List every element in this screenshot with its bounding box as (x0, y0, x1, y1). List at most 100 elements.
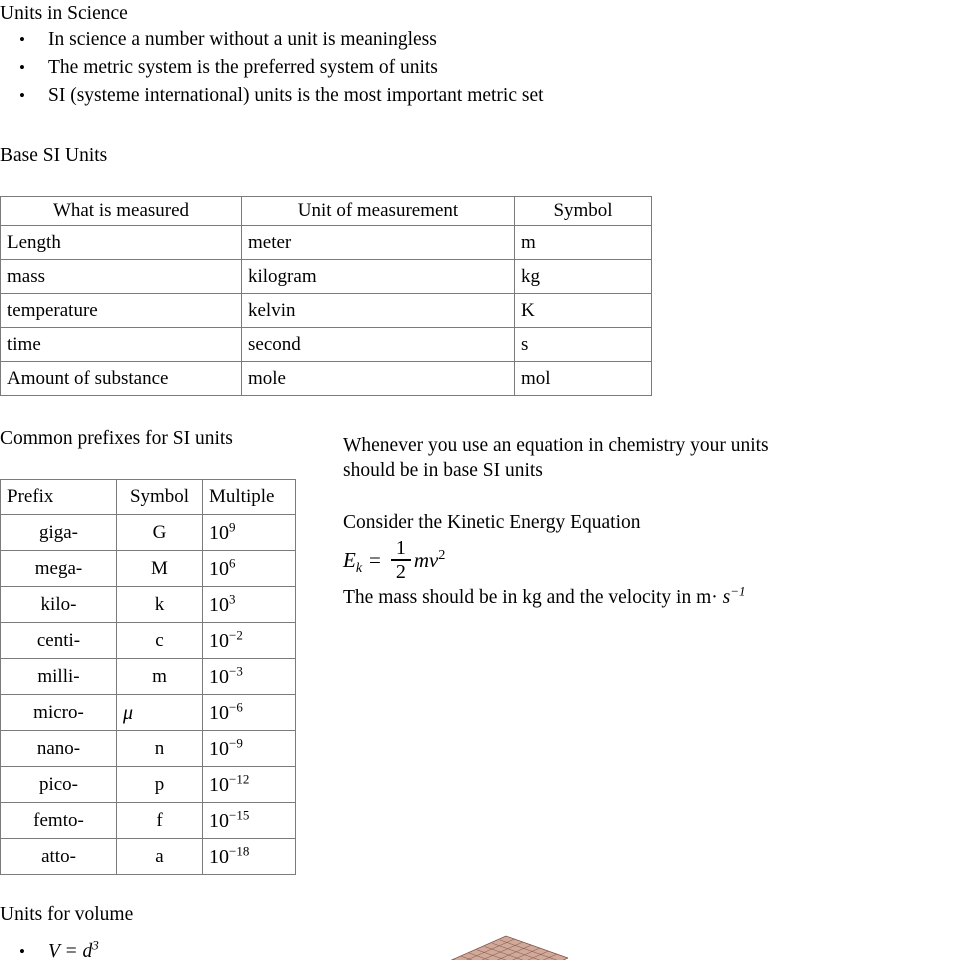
cell-prefix-multiple: 10−6 (202, 694, 296, 731)
cell-prefix-symbol: a (116, 838, 203, 875)
list-item-label: SI (systeme international) units is the … (48, 85, 544, 106)
column-header-prefix-symbol: Symbol (116, 479, 203, 515)
cell-prefix-name: kilo- (0, 586, 117, 623)
units-for-volume-heading: Units for volume (0, 904, 134, 925)
cell-unit: meter (241, 225, 515, 260)
table-row: micro- μ 10−6 (0, 694, 296, 731)
equation-rhs-terms: mv2 (413, 547, 446, 572)
mass-velocity-prefix-text: The mass should be in kg and the velocit… (343, 587, 723, 608)
cell-prefix-multiple: 10−18 (202, 838, 296, 875)
table-row: centi- c 10−2 (0, 622, 296, 659)
cell-prefix-name: nano- (0, 730, 117, 767)
equation-lhs: Ek (343, 547, 363, 576)
list-item: • V = d3 (0, 938, 99, 966)
list-item: • SI (systeme international) units is th… (0, 82, 544, 110)
list-item-label: In science a number without a unit is me… (48, 29, 437, 50)
list-item: • In science a number without a unit is … (0, 26, 544, 54)
cell-unit: kilogram (241, 259, 515, 294)
cell-prefix-multiple: 10−15 (202, 802, 296, 839)
units-note-line-2: should be in base SI units (343, 460, 543, 481)
table-header-row: What is measured Unit of measurement Sym… (0, 196, 652, 226)
table-row: femto- f 10−15 (0, 802, 296, 839)
cell-symbol: mol (514, 361, 652, 396)
intro-bullet-list: • In science a number without a unit is … (0, 26, 544, 110)
base-si-units-heading: Base SI Units (0, 145, 108, 166)
column-header-what-is-measured: What is measured (0, 196, 242, 226)
cell-prefix-symbol: c (116, 622, 203, 659)
table-row: Length meter m (0, 225, 652, 260)
fraction-numerator: 1 (395, 537, 406, 560)
cell-prefix-name: milli- (0, 658, 117, 695)
cell-prefix-multiple: 103 (202, 586, 296, 623)
cell-symbol: s (514, 327, 652, 362)
table-header-row: Prefix Symbol Multiple (0, 479, 296, 515)
cell-symbol: K (514, 293, 652, 328)
cell-prefix-multiple: 10−12 (202, 766, 296, 803)
table-row: kilo- k 103 (0, 586, 296, 623)
table-row: milli- m 10−3 (0, 658, 296, 695)
table-row: mega- M 106 (0, 550, 296, 587)
cell-symbol: kg (514, 259, 652, 294)
bullet-icon: • (19, 942, 25, 961)
cell-prefix-symbol: G (116, 514, 203, 551)
cell-unit: kelvin (241, 293, 515, 328)
cell-unit: mole (241, 361, 515, 396)
column-header-prefix: Prefix (0, 479, 117, 515)
equation-fraction-one-half: 1 2 (390, 537, 411, 583)
cell-prefix-symbol: m (116, 658, 203, 695)
table-row: temperature kelvin K (0, 293, 652, 328)
table-row: giga- G 109 (0, 514, 296, 551)
table-row: time second s (0, 327, 652, 362)
table-row: atto- a 10−18 (0, 838, 296, 875)
cell-prefix-symbol: f (116, 802, 203, 839)
cell-prefix-symbol: M (116, 550, 203, 587)
cube-grid-icon (450, 935, 568, 960)
cell-measured: temperature (0, 293, 242, 328)
volume-cube-illustration (378, 928, 568, 960)
table-row: pico- p 10−12 (0, 766, 296, 803)
cell-prefix-multiple: 106 (202, 550, 296, 587)
column-header-multiple: Multiple (202, 479, 296, 515)
bullet-icon: • (19, 86, 25, 105)
equation-intro-text: Consider the Kinetic Energy Equation (343, 512, 641, 533)
bullet-icon: • (19, 30, 25, 49)
cell-prefix-name: micro- (0, 694, 117, 731)
cell-prefix-multiple: 10−2 (202, 622, 296, 659)
page-title: Units in Science (0, 3, 128, 24)
common-prefixes-heading: Common prefixes for SI units (0, 428, 233, 449)
cell-prefix-name: atto- (0, 838, 117, 875)
cell-measured: mass (0, 259, 242, 294)
volume-bullet-list: • V = d3 (0, 938, 99, 966)
cell-prefix-name: giga- (0, 514, 117, 551)
si-prefixes-table: Prefix Symbol Multiple giga- G 109 mega-… (0, 479, 296, 875)
document-page: Units in Science • In science a number w… (0, 0, 966, 962)
column-header-unit-of-measurement: Unit of measurement (241, 196, 515, 226)
cell-prefix-multiple: 10−9 (202, 730, 296, 767)
column-header-symbol: Symbol (514, 196, 652, 226)
units-note-line-1: Whenever you use an equation in chemistr… (343, 435, 769, 456)
equation-equals-sign: = (369, 547, 381, 572)
cell-unit: second (241, 327, 515, 362)
cell-prefix-name: mega- (0, 550, 117, 587)
volume-formula: V = d3 (48, 937, 99, 963)
cell-prefix-name: femto- (0, 802, 117, 839)
bullet-icon: • (19, 58, 25, 77)
table-row: Amount of substance mole mol (0, 361, 652, 396)
mass-velocity-note: The mass should be in kg and the velocit… (343, 585, 883, 610)
kinetic-energy-equation: Ek = 1 2 mv2 (343, 537, 883, 583)
list-item: • The metric system is the preferred sys… (0, 54, 544, 82)
cell-measured: Length (0, 225, 242, 260)
velocity-unit-exponent: −1 (730, 583, 746, 599)
cell-prefix-multiple: 109 (202, 514, 296, 551)
cell-measured: Amount of substance (0, 361, 242, 396)
cell-prefix-name: centi- (0, 622, 117, 659)
cell-prefix-symbol: n (116, 730, 203, 767)
cell-prefix-symbol: μ (116, 694, 203, 731)
fraction-denominator: 2 (395, 560, 406, 583)
cell-prefix-symbol: k (116, 586, 203, 623)
table-row: mass kilogram kg (0, 259, 652, 294)
list-item-label: The metric system is the preferred syste… (48, 57, 438, 78)
base-si-units-table: What is measured Unit of measurement Sym… (0, 196, 652, 396)
table-row: nano- n 10−9 (0, 730, 296, 767)
